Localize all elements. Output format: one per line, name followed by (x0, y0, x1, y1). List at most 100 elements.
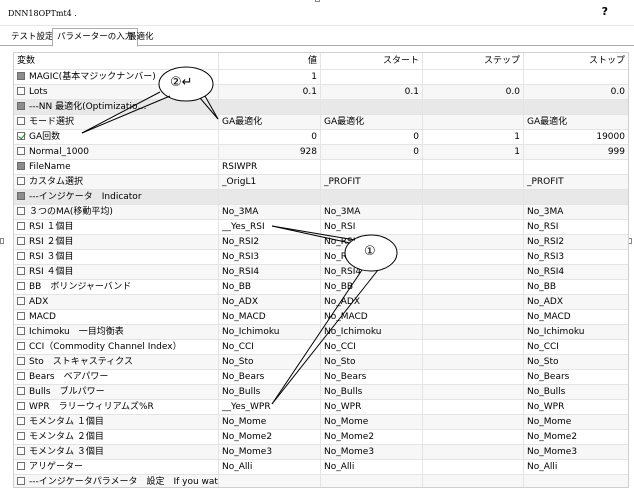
param-start[interactable]: No_3MA (321, 205, 423, 219)
table-row[interactable]: RSI ４個目 No_RSI4 No_RSI4 No_RSI4 (14, 265, 628, 280)
param-step[interactable] (423, 190, 524, 204)
param-step[interactable] (423, 70, 524, 84)
param-start[interactable]: No_CCI (321, 340, 423, 354)
header-variable[interactable]: 変数 (14, 53, 219, 69)
param-step[interactable] (423, 415, 524, 429)
param-step[interactable]: 1 (423, 145, 524, 159)
param-start[interactable]: No_BB (321, 280, 423, 294)
table-row[interactable]: BB ボリンジャーバンド No_BB No_BB No_BB (14, 280, 628, 295)
param-value[interactable]: 1 (219, 70, 321, 84)
table-row[interactable]: Lots 0.1 0.1 0.0 0.0 (14, 85, 628, 100)
optimize-checkbox[interactable] (17, 462, 25, 470)
optimize-checkbox[interactable] (17, 327, 25, 335)
header-step[interactable]: ステップ (423, 53, 524, 69)
header-value[interactable]: 値 (219, 53, 321, 69)
param-stop[interactable]: No_MACD (524, 310, 628, 324)
param-start[interactable]: No_Bulls (321, 385, 423, 399)
param-start[interactable]: No_RSI (321, 220, 423, 234)
param-value[interactable]: GA最適化 (219, 115, 321, 129)
param-step[interactable] (423, 100, 524, 114)
param-step[interactable] (423, 160, 524, 174)
param-step[interactable] (423, 175, 524, 189)
param-step[interactable] (423, 325, 524, 339)
param-step[interactable] (423, 355, 524, 369)
optimize-checkbox[interactable] (17, 192, 25, 200)
table-row[interactable]: RSI １個目 __Yes_RSI No_RSI No_RSI (14, 220, 628, 235)
param-value[interactable]: No_Mome3 (219, 445, 321, 459)
optimize-checkbox[interactable] (17, 432, 25, 440)
param-value[interactable]: No_MACD (219, 310, 321, 324)
param-stop[interactable]: GA最適化 (524, 115, 628, 129)
table-row[interactable]: MACD No_MACD No_MACD No_MACD (14, 310, 628, 325)
param-stop[interactable]: No_RSI2 (524, 235, 628, 249)
param-step[interactable] (423, 475, 524, 487)
param-step[interactable] (423, 370, 524, 384)
table-row[interactable]: FileName RSIWPR (14, 160, 628, 175)
param-start[interactable]: 0 (321, 130, 423, 144)
param-step[interactable] (423, 205, 524, 219)
table-row[interactable]: GA回数 0 0 1 19000 (14, 130, 628, 145)
table-row[interactable]: Normal_1000 928 0 1 999 (14, 145, 628, 160)
param-stop[interactable]: No_RSI3 (524, 250, 628, 264)
param-step[interactable] (423, 265, 524, 279)
table-row[interactable]: Ichimoku 一目均衡表 No_Ichimoku No_Ichimoku No_I… (14, 325, 628, 340)
param-value[interactable]: _OrigL1 (219, 175, 321, 189)
optimize-checkbox[interactable] (17, 222, 25, 230)
param-stop[interactable] (524, 475, 628, 487)
param-value[interactable]: __Yes_RSI (219, 220, 321, 234)
param-step[interactable]: 0.0 (423, 85, 524, 99)
table-row[interactable]: モメンタム １個目 No_Mome No_Mome No_Mome (14, 415, 628, 430)
param-stop[interactable]: No_Sto (524, 355, 628, 369)
param-stop[interactable]: No_Alli (524, 460, 628, 474)
window-grip[interactable] (315, 0, 320, 2)
param-start[interactable]: No_Ichimoku (321, 325, 423, 339)
param-stop[interactable]: No_ADX (524, 295, 628, 309)
param-stop[interactable]: No_Bears (524, 370, 628, 384)
param-stop[interactable]: _PROFIT (524, 175, 628, 189)
header-start[interactable]: スタート (321, 53, 423, 69)
param-stop[interactable]: No_RSI4 (524, 265, 628, 279)
param-value[interactable]: No_Ichimoku (219, 325, 321, 339)
optimize-checkbox[interactable] (17, 72, 25, 80)
table-row[interactable]: モメンタム ３個目 No_Mome3 No_Mome3 No_Mome3 (14, 445, 628, 460)
optimize-checkbox[interactable] (17, 132, 25, 140)
optimize-checkbox[interactable] (17, 207, 25, 215)
param-step[interactable] (423, 460, 524, 474)
table-row[interactable]: カスタム選択 _OrigL1 _PROFIT _PROFIT (14, 175, 628, 190)
optimize-checkbox[interactable] (17, 162, 25, 170)
param-step[interactable] (423, 385, 524, 399)
table-row[interactable]: モメンタム ２個目 No_Mome2 No_Mome2 No_Mome2 (14, 430, 628, 445)
optimize-checkbox[interactable] (17, 447, 25, 455)
param-start[interactable]: No_Mome (321, 415, 423, 429)
param-stop[interactable]: No_Ichimoku (524, 325, 628, 339)
param-step[interactable] (423, 310, 524, 324)
param-start[interactable]: No_Alli (321, 460, 423, 474)
table-row[interactable]: Sto ストキャスティクス No_Sto No_Sto No_Sto (14, 355, 628, 370)
param-start[interactable]: No_WPR (321, 400, 423, 414)
param-stop[interactable]: 0.0 (524, 85, 628, 99)
optimize-checkbox[interactable] (17, 312, 25, 320)
optimize-checkbox[interactable] (17, 252, 25, 260)
optimize-checkbox[interactable] (17, 297, 25, 305)
optimize-checkbox[interactable] (17, 342, 25, 350)
param-stop[interactable]: 19000 (524, 130, 628, 144)
table-row[interactable]: ---NN 最適化(Optimizatio… (14, 100, 628, 115)
param-value[interactable]: 0 (219, 130, 321, 144)
optimize-checkbox[interactable] (17, 147, 25, 155)
table-row[interactable]: Bulls ブルパワー No_Bulls No_Bulls No_Bulls (14, 385, 628, 400)
param-stop[interactable]: 999 (524, 145, 628, 159)
param-step[interactable] (423, 445, 524, 459)
param-value[interactable]: No_CCI (219, 340, 321, 354)
optimize-checkbox[interactable] (17, 477, 25, 485)
param-start[interactable]: No_Sto (321, 355, 423, 369)
param-value[interactable]: No_Bears (219, 370, 321, 384)
table-row[interactable]: Bears ベアパワー No_Bears No_Bears No_Bears (14, 370, 628, 385)
optimize-checkbox[interactable] (17, 237, 25, 245)
header-stop[interactable]: ストップ (524, 53, 628, 69)
param-start[interactable]: No_Bears (321, 370, 423, 384)
param-stop[interactable]: No_Mome3 (524, 445, 628, 459)
table-row[interactable]: WPR ラリーウィリアムズ%R __Yes_WPR No_WPR No_WPR (14, 400, 628, 415)
table-row[interactable]: CCI（Commodity Channel Index） No_CCI No_CCI… (14, 340, 628, 355)
optimize-checkbox[interactable] (17, 402, 25, 410)
param-start[interactable] (321, 160, 423, 174)
